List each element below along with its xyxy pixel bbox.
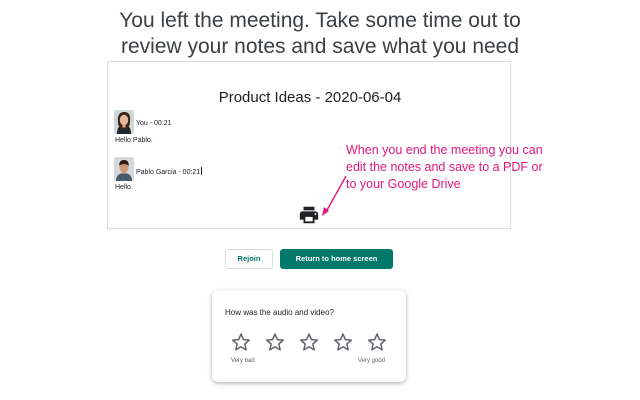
star-2-icon[interactable] [265, 332, 285, 352]
rating-low-label: Very bad [231, 358, 255, 364]
headline-line-1: You left the meeting. Take some time out… [119, 9, 521, 32]
entry-message[interactable]: Hello. [115, 184, 133, 191]
annotation-line-1: When you end the meeting you can [346, 143, 543, 157]
star-3-icon[interactable] [299, 332, 319, 352]
notes-title[interactable]: Product Ideas - 2020-06-04 [108, 89, 512, 106]
star-4-icon[interactable] [333, 332, 353, 352]
printer-icon[interactable] [298, 204, 320, 226]
text-cursor [201, 167, 203, 175]
audio-video-rating-card: How was the audio and video? Very bad Ve… [212, 290, 406, 382]
entry-speaker-time-text: Pablo Garcia - 00:21 [136, 169, 201, 176]
page-headline: You left the meeting. Take some time out… [0, 8, 640, 60]
rejoin-button[interactable]: Rejoin [225, 249, 273, 269]
rating-question: How was the audio and video? [225, 308, 334, 317]
annotation-callout: When you end the meeting you can edit th… [346, 142, 576, 193]
star-1-icon[interactable] [231, 332, 251, 352]
annotation-line-3: to your Google Drive [346, 177, 461, 191]
star-5-icon[interactable] [367, 332, 387, 352]
man-avatar [114, 157, 134, 181]
annotation-line-2: edit the notes and save to a PDF or [346, 160, 543, 174]
entry-speaker-time: You - 00:21 [136, 120, 172, 127]
return-home-button[interactable]: Return to home screen [280, 249, 393, 269]
meeting-ended-page: You left the meeting. Take some time out… [0, 0, 640, 400]
entry-message[interactable]: Hello Pablo. [115, 137, 153, 144]
annotation-arrow [322, 175, 347, 216]
rating-high-label: Very good [358, 358, 386, 364]
woman-avatar [114, 110, 134, 134]
headline-line-2: review your notes and save what you need [120, 35, 520, 58]
entry-speaker-time: Pablo Garcia - 00:21 [136, 167, 203, 176]
